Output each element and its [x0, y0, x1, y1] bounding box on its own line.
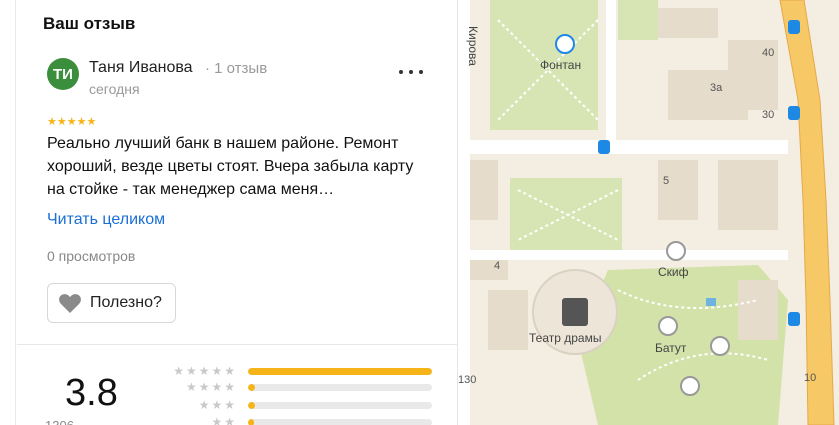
rating-row-stars: ★★: [211, 415, 237, 425]
left-gutter: [0, 0, 16, 425]
rating-bar: [248, 368, 432, 375]
avatar[interactable]: ТИ: [47, 58, 79, 90]
more-options-icon[interactable]: [399, 62, 423, 82]
author-review-count: · 1 отзыв: [205, 60, 268, 77]
rating-bar-fill: [248, 419, 254, 425]
rating-row-2: ★★: [165, 415, 432, 425]
rating-row-stars: ★★★: [198, 398, 237, 412]
house-number: 4: [494, 260, 501, 272]
poi-label-theatre: Театр драмы: [529, 331, 602, 345]
views-count: 0 просмотров: [47, 248, 136, 264]
useful-label: Полезно?: [90, 294, 162, 311]
house-number: 5: [663, 175, 670, 187]
review-stars: ★★★★★: [47, 116, 97, 128]
review-date: сегодня: [89, 81, 140, 97]
rating-row-stars: ★★★★: [185, 380, 237, 394]
reviews-panel: Ваш отзыв ТИ Таня Иванова · 1 отзыв сего…: [17, 0, 458, 425]
average-rating: 3.8: [65, 372, 118, 414]
rating-bar: [248, 419, 432, 425]
rating-bar-fill: [248, 384, 256, 391]
rating-row-5: ★★★★★: [165, 364, 432, 378]
rating-bar: [248, 402, 432, 409]
house-number: 10: [804, 372, 817, 384]
rating-bar-fill: [248, 402, 256, 409]
useful-button[interactable]: Полезно?: [47, 283, 176, 323]
read-more-link[interactable]: Читать целиком: [47, 211, 165, 229]
poi-label-batut: Батут: [655, 341, 687, 355]
heart-icon: [59, 294, 81, 313]
rating-bar: [248, 384, 432, 391]
house-number: 3а: [710, 82, 723, 94]
author-name[interactable]: Таня Иванова: [89, 59, 193, 77]
rating-row-stars: ★★★★★: [173, 364, 237, 378]
street-label-kirova: Кирова: [466, 26, 480, 66]
rating-bar-fill: [248, 368, 432, 375]
divider: [17, 344, 457, 345]
map-canvas: [458, 0, 835, 425]
poi-label-fontan: Фонтан: [540, 58, 582, 72]
map[interactable]: Кирова Фонтан Скиф Театр драмы Батут 40 …: [458, 0, 839, 425]
rating-row-3: ★★★: [165, 398, 432, 412]
rating-count: 1306: [45, 418, 74, 425]
house-number: 130: [458, 374, 477, 386]
rating-row-4: ★★★★: [165, 380, 432, 394]
section-title: Ваш отзыв: [43, 14, 136, 33]
review-text: Реально лучший банк в нашем районе. Ремо…: [47, 135, 414, 198]
house-number: 40: [762, 47, 775, 59]
house-number: 30: [762, 109, 775, 121]
poi-label-skif: Скиф: [658, 265, 689, 279]
